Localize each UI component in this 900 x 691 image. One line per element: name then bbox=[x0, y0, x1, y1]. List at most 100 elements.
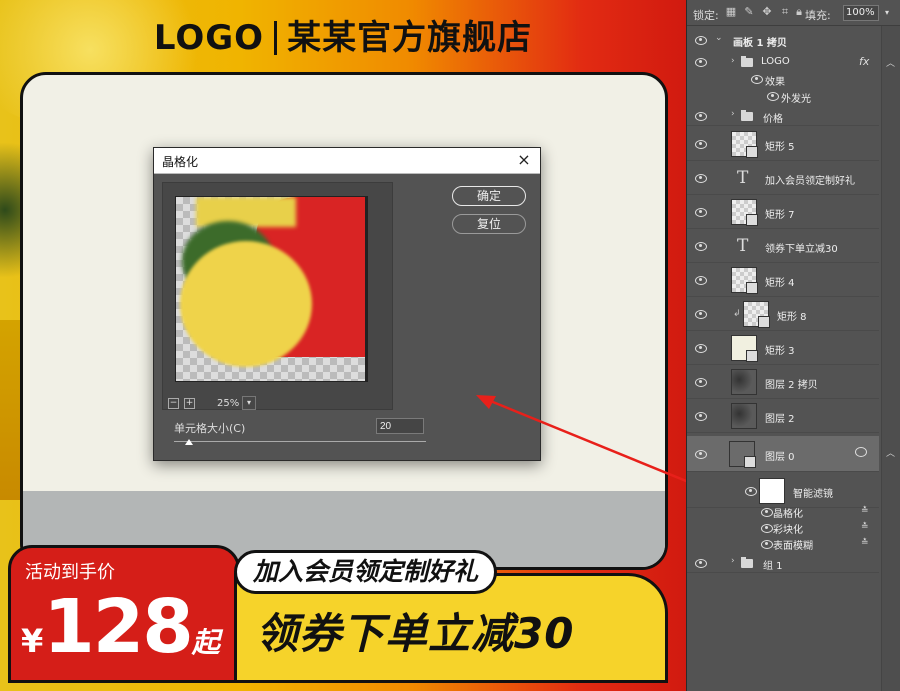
layer-group-logo[interactable]: › LOGO fx bbox=[687, 54, 879, 71]
zoom-value: 25% bbox=[217, 398, 240, 409]
layer-name: 图层 2 拷贝 bbox=[765, 380, 818, 391]
lock-all-icon[interactable]: 🔒︎ bbox=[793, 6, 805, 18]
lock-artboard-icon[interactable]: ⌗ bbox=[779, 6, 791, 18]
eye-icon[interactable] bbox=[751, 74, 763, 84]
layers-scrollbar[interactable]: ︿ ︿ bbox=[881, 26, 900, 691]
zoom-in-icon[interactable]: + bbox=[184, 398, 195, 409]
zoom-dropdown-icon[interactable]: ▾ bbox=[242, 396, 256, 410]
filter-options-icon[interactable]: ≛ bbox=[861, 506, 869, 516]
price-currency: ¥ bbox=[21, 622, 44, 660]
filter-facet[interactable]: 彩块化 ≛ bbox=[687, 519, 879, 536]
eye-icon[interactable] bbox=[695, 343, 707, 353]
chevron-right-icon[interactable]: › bbox=[731, 556, 735, 566]
fill-dropdown-icon[interactable]: ▾ bbox=[881, 5, 893, 21]
design-canvas[interactable]: LOGO 某某官方旗舰店 活动到手价 ¥128起 加入会员领定制好礼 领券下单立减… bbox=[0, 0, 686, 691]
folder-icon bbox=[741, 557, 753, 568]
eye-icon[interactable] bbox=[695, 35, 707, 45]
layer-rect-3[interactable]: 矩形 3 bbox=[687, 331, 879, 365]
chevron-right-icon[interactable]: › bbox=[731, 109, 735, 119]
layer-pixel-2-copy[interactable]: 图层 2 拷贝 bbox=[687, 365, 879, 399]
dialog-titlebar[interactable]: 晶格化 × bbox=[154, 148, 540, 174]
price-box: 活动到手价 ¥128起 bbox=[8, 545, 240, 683]
layer-name: 组 1 bbox=[763, 561, 783, 572]
eye-icon[interactable] bbox=[695, 57, 707, 67]
chevron-right-icon[interactable]: › bbox=[731, 56, 735, 66]
layer-rect-8[interactable]: ↲ 矩形 8 bbox=[687, 297, 879, 331]
fill-input[interactable]: 100% bbox=[843, 5, 879, 21]
coupon-text: 领券下单立减30 bbox=[256, 609, 575, 658]
eye-icon[interactable] bbox=[695, 111, 707, 121]
eye-icon[interactable] bbox=[695, 241, 707, 251]
layer-pixel-2[interactable]: 图层 2 bbox=[687, 399, 879, 433]
zoom-out-icon[interactable]: − bbox=[168, 398, 179, 409]
cell-size-label: 单元格大小(C) bbox=[174, 422, 246, 435]
layer-text-member[interactable]: T 加入会员领定制好礼 bbox=[687, 161, 879, 195]
eye-icon[interactable] bbox=[695, 411, 707, 421]
reset-button[interactable]: 复位 bbox=[452, 214, 526, 234]
eye-icon[interactable] bbox=[767, 91, 779, 101]
eye-icon[interactable] bbox=[695, 139, 707, 149]
eye-icon[interactable] bbox=[695, 275, 707, 285]
filter-mask-thumbnail bbox=[759, 478, 785, 504]
cell-size-input[interactable] bbox=[376, 418, 424, 434]
chevron-down-icon[interactable]: ⌄ bbox=[715, 33, 723, 43]
layer-name: 领券下单立减30 bbox=[765, 244, 838, 255]
cell-size-slider-thumb[interactable] bbox=[185, 439, 194, 445]
layer-artboard[interactable]: ⌄ 画板 1 拷贝 bbox=[687, 30, 879, 50]
layer-text-coupon[interactable]: T 领券下单立减30 bbox=[687, 229, 879, 263]
layer-thumbnail bbox=[731, 199, 758, 226]
eye-icon[interactable] bbox=[761, 523, 773, 533]
eye-icon[interactable] bbox=[695, 207, 707, 217]
filter-crystallize[interactable]: 晶格化 ≛ bbox=[687, 503, 879, 520]
layer-name: 矩形 7 bbox=[765, 210, 795, 221]
chevron-up-icon[interactable]: ︿ bbox=[886, 446, 895, 459]
text-layer-icon: T bbox=[737, 236, 749, 256]
price-value: 128 bbox=[43, 584, 193, 670]
layer-group-price[interactable]: › 价格 bbox=[687, 106, 879, 126]
layer-name: 加入会员领定制好礼 bbox=[765, 176, 855, 187]
layer-name: 画板 1 拷贝 bbox=[733, 38, 787, 49]
fx-icon[interactable]: fx bbox=[859, 55, 869, 68]
layer-mask-thumbnail bbox=[746, 146, 758, 158]
layer-name: 效果 bbox=[765, 77, 785, 88]
layer-mask-thumbnail bbox=[746, 214, 758, 226]
layer-effects[interactable]: 效果 bbox=[687, 71, 879, 88]
eye-icon[interactable] bbox=[761, 539, 773, 549]
chevron-up-icon[interactable]: ︿ bbox=[886, 56, 895, 69]
lock-position-icon[interactable]: ✥ bbox=[761, 6, 773, 18]
eye-icon[interactable] bbox=[745, 486, 757, 496]
store-header: LOGO 某某官方旗舰店 bbox=[0, 10, 686, 59]
eye-icon[interactable] bbox=[695, 173, 707, 183]
close-icon[interactable]: × bbox=[514, 150, 534, 170]
layer-rect-7[interactable]: 矩形 7 bbox=[687, 195, 879, 229]
filter-options-icon[interactable]: ≛ bbox=[861, 522, 869, 532]
member-tagline: 加入会员领定制好礼 bbox=[234, 550, 498, 594]
layer-name: 矩形 4 bbox=[765, 278, 795, 289]
eye-icon[interactable] bbox=[695, 449, 707, 459]
cell-size-slider[interactable] bbox=[174, 441, 426, 442]
eye-icon[interactable] bbox=[695, 309, 707, 319]
filter-surface-blur[interactable]: 表面模糊 ≛ bbox=[687, 535, 879, 552]
lock-pixels-icon[interactable]: ✎ bbox=[743, 6, 755, 18]
smart-filter-icon[interactable] bbox=[855, 447, 867, 457]
layer-rect-5[interactable]: 矩形 5 bbox=[687, 127, 879, 161]
eye-icon[interactable] bbox=[695, 377, 707, 387]
lock-transparent-icon[interactable]: ▦ bbox=[725, 6, 737, 18]
filter-preview-image[interactable] bbox=[175, 196, 368, 382]
layer-rect-4[interactable]: 矩形 4 bbox=[687, 263, 879, 297]
ok-button[interactable]: 确定 bbox=[452, 186, 526, 206]
eye-icon[interactable] bbox=[761, 507, 773, 517]
layer-name: 图层 0 bbox=[765, 452, 795, 463]
layer-mask-thumbnail bbox=[758, 316, 770, 328]
layers-panel: 锁定: ▦ ✎ ✥ ⌗ 🔒︎ 填充: 100% ▾ ⌄ 画板 1 拷贝 › LO… bbox=[686, 0, 900, 691]
eye-icon[interactable] bbox=[695, 558, 707, 568]
layer-group-1[interactable]: › 组 1 bbox=[687, 553, 879, 573]
layer-thumbnail bbox=[731, 403, 757, 429]
logo-text: LOGO bbox=[153, 18, 265, 58]
price-suffix: 起 bbox=[191, 626, 220, 659]
layer-effect-outer-glow[interactable]: 外发光 bbox=[687, 88, 879, 105]
preview-yellow-region bbox=[180, 241, 312, 367]
layer-pixel-0[interactable]: 图层 0 bbox=[687, 436, 879, 472]
filter-options-icon[interactable]: ≛ bbox=[861, 538, 869, 548]
lock-label: 锁定: bbox=[693, 9, 719, 22]
